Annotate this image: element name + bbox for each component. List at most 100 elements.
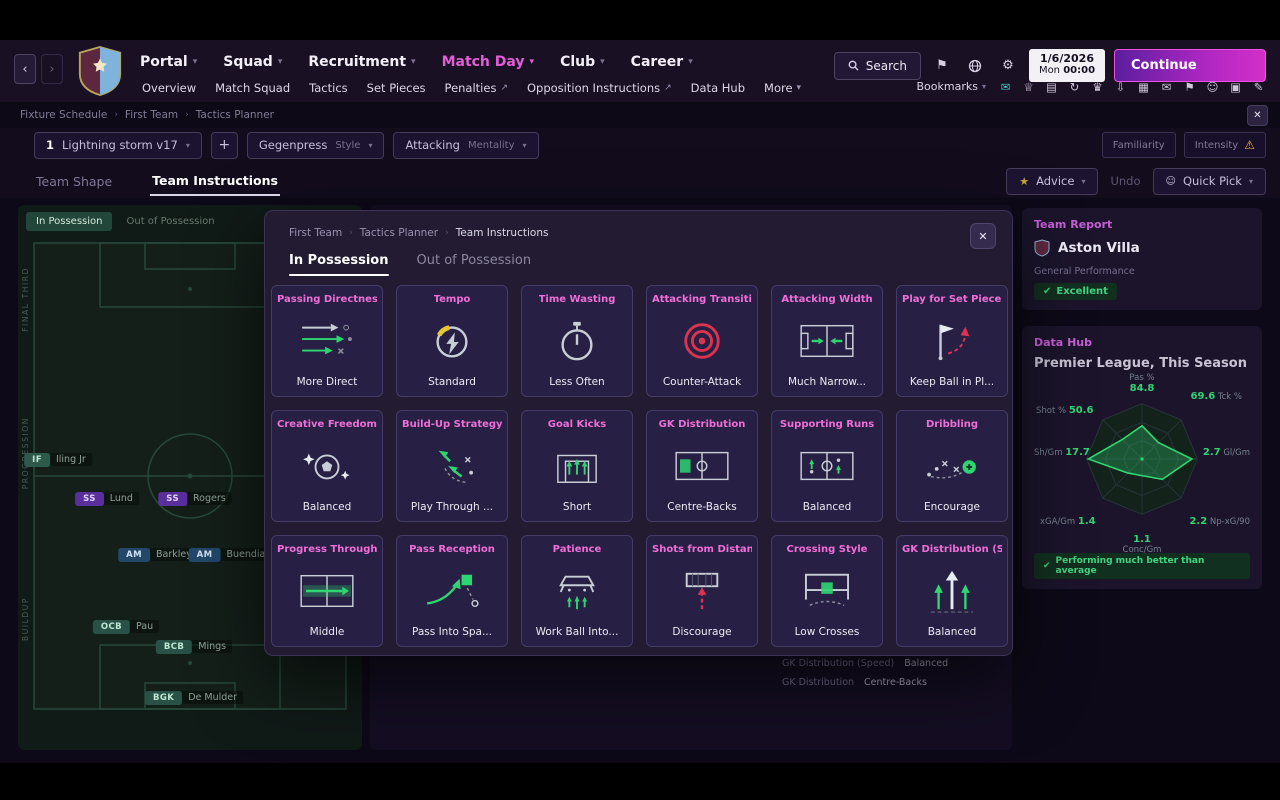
player-chip-de-mulder[interactable]: BGK De Mulder (144, 685, 244, 705)
player-chip-lund[interactable]: SS Lund (75, 486, 139, 506)
instruction-card-goal-kicks[interactable]: Goal Kicks Short (521, 410, 633, 522)
subnav-overview[interactable]: Overview (142, 81, 196, 95)
style-selector[interactable]: Gegenpress Style ▾ (246, 131, 385, 159)
flag-icon: ⚑ (936, 58, 948, 73)
club-icon[interactable]: ♕ (1019, 77, 1038, 96)
instruction-card-build-up[interactable]: Build-Up Strategy Play Through ... (396, 410, 508, 522)
instruction-card-time-wasting[interactable]: Time Wasting Less Often (521, 285, 633, 397)
pass-reception-icon (402, 555, 502, 626)
chevron-down-icon: ▾ (185, 140, 190, 150)
menu-squad[interactable]: Squad ▾ (223, 54, 282, 70)
instruction-card-gk-distribution-speed[interactable]: GK Distribution (Speed Balanced (896, 535, 1008, 647)
intensity-meter[interactable]: Intensity ⚠ (1183, 132, 1266, 158)
subnav-data-hub[interactable]: Data Hub (691, 81, 745, 95)
menu-club[interactable]: Club ▾ (560, 54, 605, 70)
modal-close-button[interactable]: ✕ (970, 223, 996, 249)
data-hub-subtitle: Premier League, This Season (1034, 356, 1247, 371)
tab-team-shape[interactable]: Team Shape (34, 168, 114, 195)
club-crest[interactable] (76, 44, 124, 98)
download-icon[interactable]: ⇩ (1111, 77, 1130, 96)
instruction-card-attacking-width[interactable]: Attacking Width Much Narrow... (771, 285, 883, 397)
instruction-card-attacking-transition[interactable]: Attacking Transition Counter-Attack (646, 285, 758, 397)
instruction-card-patience[interactable]: Patience Work Ball Into... (521, 535, 633, 647)
card-value: Balanced (302, 501, 352, 513)
breadcrumb-item[interactable]: Tactics Planner (360, 227, 438, 239)
clipboard-icon[interactable]: ▤ (1042, 77, 1061, 96)
bookmark-flag-button[interactable]: ⚑ (930, 53, 954, 79)
forward-button[interactable]: › (41, 54, 63, 84)
instruction-card-tempo[interactable]: Tempo Standard (396, 285, 508, 397)
calendar-icon[interactable]: ▣ (1226, 77, 1245, 96)
radar-axis-npxg: 2.2 Np-xG/90 (1189, 516, 1250, 527)
advice-button[interactable]: ★ Advice ▾ (1006, 167, 1099, 195)
instruction-card-progress-through[interactable]: Progress Through Middle (271, 535, 383, 647)
instruction-card-supporting-runs[interactable]: Supporting Runs Balanced (771, 410, 883, 522)
instruction-card-gk-distribution[interactable]: GK Distribution Centre-Backs (646, 410, 758, 522)
pitch-tab-in-possession[interactable]: In Possession (26, 212, 113, 231)
instruction-card-crossing-style[interactable]: Crossing Style Low Crosses (771, 535, 883, 647)
instruction-card-set-pieces[interactable]: Play for Set Pieces Keep Ball in Pl... (896, 285, 1008, 397)
breadcrumb-item[interactable]: First Team (125, 109, 178, 121)
add-tactic-button[interactable]: + (210, 131, 238, 159)
bookmarks-dropdown[interactable]: Bookmarks ▾ (917, 80, 986, 93)
reports-icon[interactable]: ▦ (1134, 77, 1153, 96)
instruction-card-dribbling[interactable]: Dribbling Encourage (896, 410, 1008, 522)
back-button[interactable]: ‹ (14, 54, 36, 84)
messages-icon[interactable]: ✉ (996, 77, 1015, 96)
menu-career[interactable]: Career ▾ (631, 54, 693, 70)
subnav-tactics[interactable]: Tactics (309, 81, 348, 95)
tactic-name: Lightning storm v17 (62, 138, 178, 152)
player-chip-iling-jr[interactable]: IF Iling Jr (24, 447, 92, 467)
familiarity-meter[interactable]: Familiarity (1101, 132, 1176, 158)
player-chip-barkley[interactable]: AM Barkley (118, 542, 198, 562)
subnav-match-squad[interactable]: Match Squad (215, 81, 290, 95)
breadcrumb-item[interactable]: Tactics Planner (196, 109, 274, 121)
instruction-card-passing-directness[interactable]: Passing Directness More Direct (271, 285, 383, 397)
menu-match-day[interactable]: Match Day ▾ (442, 54, 535, 70)
subnav-opposition-instructions[interactable]: Opposition Instructions ↗ (527, 81, 672, 95)
data-hub-card[interactable]: Data Hub Premier League, This Season Pas… (1022, 326, 1262, 589)
tab-team-instructions[interactable]: Team Instructions (150, 167, 280, 196)
menu-portal[interactable]: Portal ▾ (140, 54, 197, 70)
chevron-down-icon: ▾ (1248, 176, 1253, 186)
pitch-tab-out-of-possession[interactable]: Out of Possession (116, 212, 224, 231)
card-title: Time Wasting (538, 294, 616, 305)
close-page-button[interactable]: ✕ (1247, 104, 1268, 126)
list-item[interactable]: GK Distribution Centre-Backs (782, 677, 927, 688)
instruction-card-creative-freedom[interactable]: Creative Freedom Balanced (271, 410, 383, 522)
flag-icon[interactable]: ⚑ (1180, 77, 1199, 96)
player-chip-pau[interactable]: OCB Pau (92, 614, 160, 634)
menu-recruitment[interactable]: Recruitment ▾ (308, 54, 415, 70)
list-item[interactable]: GK Distribution (Speed) Balanced (782, 658, 948, 669)
world-button[interactable] (963, 53, 987, 79)
instruction-card-pass-reception[interactable]: Pass Reception Pass Into Spa... (396, 535, 508, 647)
quick-pick-button[interactable]: ☺ Quick Pick ▾ (1152, 167, 1266, 195)
subnav-more[interactable]: More ▾ (764, 81, 801, 95)
player-chip-mings[interactable]: BCB Mings (155, 634, 233, 654)
squad-icon[interactable]: ☺ (1203, 77, 1222, 96)
notes-icon[interactable]: ✎ (1249, 77, 1268, 96)
card-value: Middle (309, 626, 345, 638)
team-report-card[interactable]: Team Report Aston Villa General Performa… (1022, 208, 1262, 310)
trophy-icon[interactable]: ♛ (1088, 77, 1107, 96)
search-button[interactable]: Search (833, 51, 921, 80)
tactic-selector[interactable]: 1 Lightning storm v17 ▾ (34, 131, 202, 159)
breadcrumb-item[interactable]: Fixture Schedule (20, 109, 107, 121)
mentality-selector[interactable]: Attacking Mentality ▾ (393, 131, 539, 159)
breadcrumb-item[interactable]: Team Instructions (456, 227, 549, 239)
player-chip-rogers[interactable]: SS Rogers (158, 486, 232, 506)
undo-button[interactable]: Undo (1110, 174, 1140, 188)
subnav-penalties[interactable]: Penalties ↗ (445, 81, 508, 95)
breadcrumb-item[interactable]: First Team (289, 227, 342, 239)
position-badge: SS (75, 492, 104, 506)
modal-tab-in-possession[interactable]: In Possession (289, 253, 389, 276)
plus-icon: + (218, 137, 231, 153)
instruction-card-shots-distance[interactable]: Shots from Distance Discourage (646, 535, 758, 647)
modal-tab-out-of-possession[interactable]: Out of Possession (417, 253, 532, 276)
refresh-icon[interactable]: ↻ (1065, 77, 1084, 96)
settings-button[interactable]: ⚙ (996, 53, 1020, 79)
subnav-set-pieces[interactable]: Set Pieces (367, 81, 426, 95)
date-value: 1/6/2026 (1040, 52, 1094, 65)
mail-icon[interactable]: ✉ (1157, 77, 1176, 96)
player-chip-buendia[interactable]: AM Buendia (188, 542, 272, 562)
